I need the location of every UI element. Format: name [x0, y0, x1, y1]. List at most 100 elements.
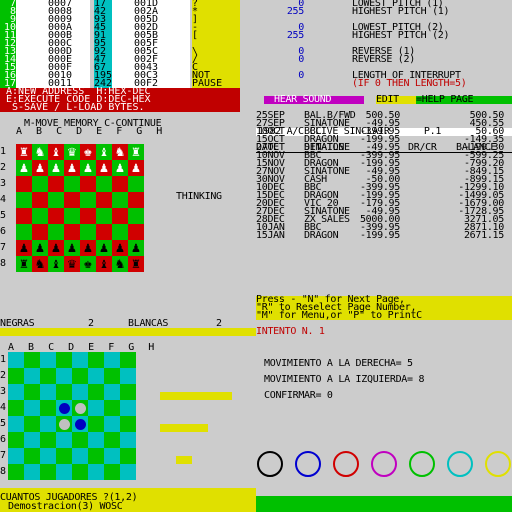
reversi-square[interactable] — [120, 400, 136, 416]
chess-square[interactable]: ♟ — [96, 160, 112, 176]
reversi-square[interactable] — [72, 352, 88, 368]
reversi-square[interactable] — [88, 416, 104, 432]
reversi-square[interactable] — [8, 384, 24, 400]
chess-square[interactable] — [128, 192, 144, 208]
chess-square[interactable] — [96, 224, 112, 240]
reversi-square[interactable] — [8, 416, 24, 432]
chess-square[interactable] — [128, 224, 144, 240]
chess-square[interactable]: ♟ — [112, 160, 128, 176]
chess-piece[interactable]: ♛ — [68, 145, 76, 159]
chess-square[interactable]: ♞ — [32, 256, 48, 272]
chess-square[interactable] — [96, 192, 112, 208]
reversi-square[interactable] — [120, 352, 136, 368]
chess-square[interactable] — [16, 224, 32, 240]
chess-square[interactable] — [80, 224, 96, 240]
chess-square[interactable]: ♞ — [32, 144, 48, 160]
reversi-square[interactable] — [24, 448, 40, 464]
chess-piece[interactable]: ♟ — [100, 241, 108, 255]
chess-piece[interactable]: ♟ — [20, 241, 28, 255]
chess-square[interactable] — [32, 176, 48, 192]
reversi-square[interactable] — [56, 464, 72, 480]
chess-square[interactable]: ♟ — [96, 240, 112, 256]
chess-square[interactable]: ♟ — [64, 160, 80, 176]
chess-piece[interactable]: ♟ — [132, 161, 140, 175]
chess-square[interactable]: ♝ — [48, 256, 64, 272]
chess-piece[interactable]: ♝ — [52, 257, 60, 271]
reversi-square[interactable] — [120, 416, 136, 432]
reversi-square[interactable] — [72, 368, 88, 384]
chess-piece[interactable]: ♝ — [52, 145, 60, 159]
chess-square[interactable] — [64, 192, 80, 208]
sound-value[interactable]: 255 — [256, 7, 304, 17]
chess-piece[interactable]: ♝ — [100, 145, 108, 159]
reversi-square[interactable] — [56, 384, 72, 400]
chess-square[interactable]: ♝ — [48, 144, 64, 160]
sound-value[interactable]: 0 — [256, 55, 304, 65]
chess-piece[interactable]: ♜ — [132, 257, 140, 271]
reversi-square[interactable] — [72, 464, 88, 480]
reversi-square[interactable] — [24, 352, 40, 368]
reversi-square[interactable] — [72, 432, 88, 448]
chess-square[interactable] — [48, 208, 64, 224]
reversi-square[interactable] — [88, 368, 104, 384]
edit-button[interactable]: EDIT — [376, 95, 416, 105]
reversi-square[interactable] — [8, 464, 24, 480]
chess-piece[interactable]: ♞ — [36, 145, 44, 159]
reversi-square[interactable] — [72, 400, 88, 416]
chess-square[interactable]: ♚ — [80, 144, 96, 160]
chess-square[interactable] — [16, 208, 32, 224]
reversi-square[interactable] — [56, 416, 72, 432]
color-ring[interactable] — [295, 451, 321, 477]
chess-square[interactable]: ♚ — [80, 256, 96, 272]
chess-square[interactable] — [48, 192, 64, 208]
chess-square[interactable] — [96, 208, 112, 224]
reversi-square[interactable] — [88, 384, 104, 400]
chess-square[interactable]: ♟ — [112, 240, 128, 256]
reversi-square[interactable] — [40, 368, 56, 384]
chess-square[interactable]: ♝ — [96, 256, 112, 272]
chess-square[interactable] — [32, 208, 48, 224]
chess-square[interactable]: ♟ — [80, 240, 96, 256]
chess-square[interactable]: ♛ — [64, 256, 80, 272]
reversi-square[interactable] — [72, 384, 88, 400]
reversi-square[interactable] — [24, 416, 40, 432]
chess-piece[interactable]: ♟ — [52, 161, 60, 175]
color-ring[interactable] — [333, 451, 359, 477]
chess-square[interactable]: ♞ — [112, 256, 128, 272]
chess-square[interactable] — [64, 176, 80, 192]
chess-piece[interactable]: ♚ — [84, 145, 92, 159]
sound-value[interactable]: 0 — [256, 71, 304, 81]
reversi-square[interactable] — [72, 416, 88, 432]
chess-piece[interactable]: ♜ — [20, 145, 28, 159]
chess-square[interactable]: ♜ — [128, 256, 144, 272]
chess-square[interactable]: ♟ — [16, 240, 32, 256]
chess-square[interactable]: ♟ — [32, 240, 48, 256]
reversi-square[interactable] — [40, 400, 56, 416]
chess-piece[interactable]: ♜ — [20, 257, 28, 271]
chess-square[interactable] — [48, 224, 64, 240]
reversi-square[interactable] — [40, 384, 56, 400]
chess-square[interactable] — [128, 176, 144, 192]
chess-piece[interactable]: ♟ — [52, 241, 60, 255]
chess-square[interactable] — [80, 208, 96, 224]
hear-sound-button[interactable]: HEAR SOUND — [274, 95, 364, 105]
chess-square[interactable]: ♟ — [48, 160, 64, 176]
reversi-square[interactable] — [8, 448, 24, 464]
reversi-square[interactable] — [24, 368, 40, 384]
chess-piece[interactable]: ♟ — [84, 241, 92, 255]
chess-square[interactable]: ♟ — [64, 240, 80, 256]
reversi-square[interactable] — [120, 464, 136, 480]
chess-square[interactable] — [32, 192, 48, 208]
reversi-square[interactable] — [56, 400, 72, 416]
reversi-square[interactable] — [24, 400, 40, 416]
reversi-square[interactable] — [88, 352, 104, 368]
demo-option[interactable]: Demostracion(3) WOSC — [8, 502, 123, 512]
chess-piece[interactable]: ♟ — [132, 241, 140, 255]
chess-square[interactable] — [64, 208, 80, 224]
reversi-square[interactable] — [56, 352, 72, 368]
reversi-square[interactable] — [8, 368, 24, 384]
chess-square[interactable] — [112, 224, 128, 240]
reversi-square[interactable] — [120, 368, 136, 384]
reversi-square[interactable] — [104, 400, 120, 416]
chess-square[interactable] — [16, 176, 32, 192]
